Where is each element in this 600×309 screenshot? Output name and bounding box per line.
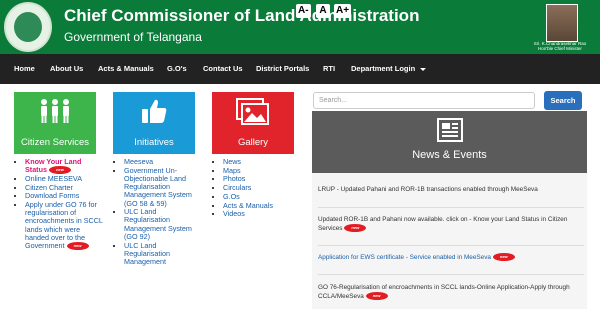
new-badge: new [66,242,89,251]
nav-acts-manuals[interactable]: Acts & Manuals [98,54,154,84]
nav-gos[interactable]: G.O's [167,54,187,84]
new-badge: new [344,224,367,233]
acts-manuals-link[interactable]: Acts & Manuals [223,201,273,210]
gallery-tile[interactable]: Gallery [212,92,294,154]
initiatives-links: Meeseva Government Un-Objectionable Land… [116,157,204,267]
initiatives-tile[interactable]: Initiatives [113,92,195,154]
gos-link[interactable]: G.Os [223,192,240,201]
photos-link[interactable]: Photos [223,174,245,183]
images-icon [236,98,269,125]
list-item: ULC Land Regularisation Management [124,241,204,267]
go92-link[interactable]: ULC Land Regularisation Management Syste… [124,207,192,241]
online-meeseva-link[interactable]: Online MEESEVA [25,174,82,183]
news-item[interactable]: GO 76-Regularisation of encroachments in… [318,283,582,301]
citizen-services-links: Know Your Land Status new Online MEESEVA… [17,157,105,251]
chief-minister-caption: Sri. K.Chandrasekhar Rao Hon'ble Chief M… [520,41,600,51]
thumbs-up-icon [142,99,167,123]
news-item[interactable]: LRUP - Updated Pahani and ROR-1B transac… [318,185,582,194]
download-forms-link[interactable]: Download Forms [25,191,79,200]
nav-home[interactable]: Home [14,54,35,84]
people-icon [41,99,69,123]
new-badge: new [492,253,515,262]
videos-link[interactable]: Videos [223,209,245,218]
list-item: Know Your Land Status new [25,157,105,175]
news-item-text: Application for EWS certificate - Servic… [318,254,491,261]
search-input[interactable]: Search... [313,92,535,109]
site-header: Chief Commissioner of Land Administratio… [0,0,600,54]
nav-about-us[interactable]: About Us [50,54,83,84]
citizen-services-label: Citizen Services [20,137,90,148]
nav-department-login-label: Department Login [351,64,416,73]
news-link[interactable]: News [223,157,241,166]
citizen-services-tile[interactable]: Citizen Services [14,92,96,154]
new-badge: new [365,292,388,301]
circulars-link[interactable]: Circulars [223,183,251,192]
initiatives-label: Initiatives [134,137,174,148]
divider [318,245,584,246]
divider [318,207,584,208]
news-events-title: News & Events [412,149,487,161]
news-item[interactable]: Application for EWS certificate - Servic… [318,253,582,262]
gallery-label: Gallery [237,137,269,148]
newspaper-icon [437,118,463,142]
font-normal-button[interactable]: A [316,4,330,18]
nav-rti[interactable]: RTI [323,54,335,84]
main-navbar: Home About Us Acts & Manuals G.O's Conta… [0,54,600,84]
list-item: ULC Land Regularisation Management Syste… [124,208,204,241]
news-events-header: News & Events [312,111,587,173]
nav-department-login[interactable]: Department Login [351,54,427,84]
go58-59-link[interactable]: Government Un-Objectionable Land Regular… [124,166,192,208]
list-item: Government Un-Objectionable Land Regular… [124,166,204,208]
cm-designation: Hon'ble Chief Minister [538,46,582,51]
ulc-regularisation-link[interactable]: ULC Land Regularisation Management [124,241,170,266]
gallery-links: News Maps Photos Circulars G.Os Acts & M… [215,157,308,219]
nav-contact-us[interactable]: Contact Us [203,54,243,84]
nav-district-portals[interactable]: District Portals [256,54,309,84]
site-title: Chief Commissioner of Land Administratio… [64,6,420,25]
news-events-list: LRUP - Updated Pahani and ROR-1B transac… [312,173,587,309]
font-increase-button[interactable]: A+ [334,4,352,18]
maps-link[interactable]: Maps [223,166,241,175]
site-subtitle: Government of Telangana [64,30,202,44]
meeseva-link[interactable]: Meeseva [124,157,153,166]
caret-down-icon [420,67,427,71]
chief-minister-photo [546,4,578,42]
divider [318,274,584,275]
font-decrease-button[interactable]: A- [296,4,311,18]
news-item[interactable]: Updated ROR-1B and Pahani now available.… [318,215,582,233]
list-item: Apply under GO 76 for regularisation of … [25,200,105,251]
list-item: Videos [223,210,308,218]
go76-apply-link[interactable]: Apply under GO 76 for regularisation of … [25,200,103,250]
search-button[interactable]: Search [544,91,582,110]
telangana-emblem-logo[interactable] [4,2,52,52]
citizen-charter-link[interactable]: Citizen Charter [25,183,73,192]
news-item-text: GO 76-Regularisation of encroachments in… [318,284,570,300]
